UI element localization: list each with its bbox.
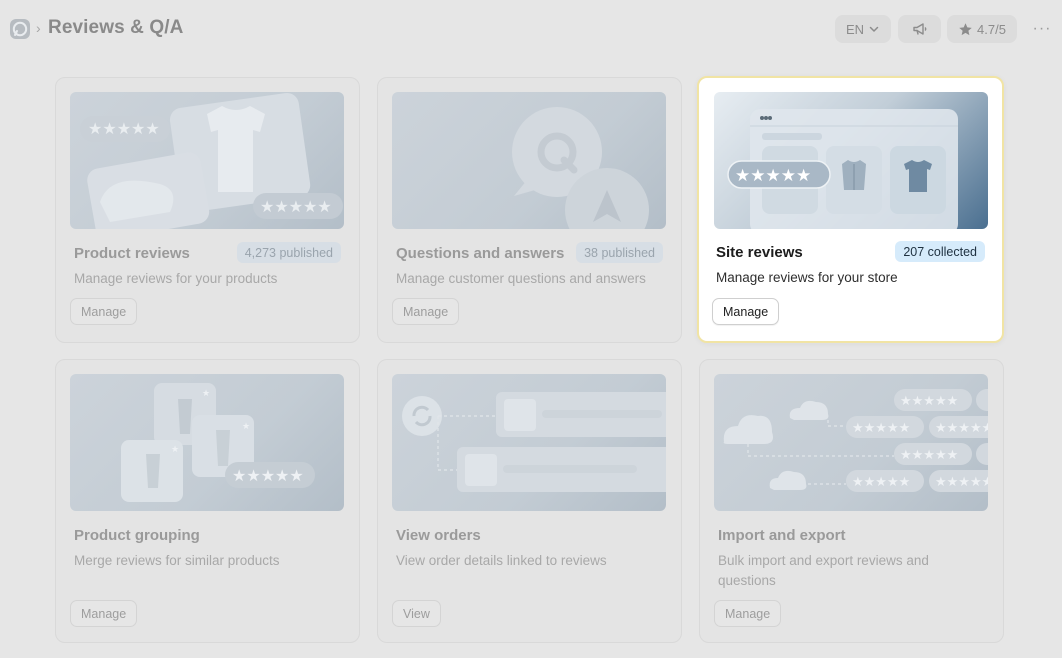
- site-reviews-illustration: ★★★★★: [714, 92, 988, 229]
- view-orders-illustration: [392, 374, 666, 511]
- star-icon: [959, 22, 972, 35]
- chat-bubble-logo-icon[interactable]: [10, 19, 30, 39]
- product-grouping-illustration: ★★★★★ ★ ★ ★: [70, 374, 344, 511]
- card-title: Questions and answers: [396, 245, 565, 262]
- page-title: Reviews & Q/A: [48, 17, 184, 38]
- svg-text:★★★★★: ★★★★★: [232, 466, 304, 485]
- more-horizontal-icon[interactable]: ···: [1030, 17, 1054, 41]
- card-product-grouping[interactable]: ★★★★★ ★ ★ ★ Product grouping Merge revie…: [55, 359, 360, 643]
- card-title: View orders: [396, 527, 481, 544]
- card-view-orders[interactable]: View orders View order details linked to…: [377, 359, 682, 643]
- manage-button[interactable]: Manage: [392, 298, 460, 325]
- svg-text:★★★★★: ★★★★★: [900, 394, 958, 409]
- store-rating-button[interactable]: 4.7/5: [947, 15, 1017, 43]
- breadcrumb-separator: ›: [36, 20, 41, 36]
- top-bar: › Reviews & Q/A EN 4.7/5 ···: [0, 0, 1062, 58]
- status-badge: 38 published: [576, 242, 663, 263]
- view-button[interactable]: View: [392, 600, 441, 627]
- language-selector[interactable]: EN: [835, 15, 891, 43]
- svg-text:★★★★★: ★★★★★: [852, 475, 910, 490]
- card-description: Manage reviews for your store: [716, 270, 898, 285]
- svg-text:★★★★★: ★★★★★: [935, 421, 988, 436]
- card-description: Manage reviews for your products: [74, 271, 278, 286]
- svg-text:★★★★★: ★★★★★: [260, 197, 332, 216]
- manage-button[interactable]: Manage: [712, 298, 780, 325]
- svg-text:★: ★: [171, 444, 179, 454]
- card-description: Manage customer questions and answers: [396, 271, 646, 286]
- manage-button[interactable]: Manage: [714, 600, 782, 627]
- card-product-reviews[interactable]: ★★★★★ ★★★★★ Product reviews 4,273 publis…: [55, 77, 360, 343]
- card-title: Site reviews: [716, 244, 803, 261]
- chevron-down-icon: [869, 26, 879, 32]
- card-title: Product reviews: [74, 245, 190, 262]
- language-label: EN: [845, 21, 865, 37]
- svg-text:★★★★★: ★★★★★: [852, 421, 910, 436]
- card-import-export[interactable]: ★★★★★ ★★★★★ ★★★★★ ★★★★★ ★★★★★ ★★★★★ Impo…: [699, 359, 1004, 643]
- status-badge: 207 collected: [895, 241, 985, 262]
- manage-button[interactable]: Manage: [70, 298, 138, 325]
- megaphone-icon: [912, 23, 926, 35]
- svg-text:★: ★: [202, 388, 210, 398]
- card-questions-answers[interactable]: Questions and answers 38 published Manag…: [377, 77, 682, 343]
- questions-answers-illustration: [392, 92, 666, 229]
- announcements-button[interactable]: [898, 15, 941, 43]
- card-description: Merge reviews for similar products: [74, 553, 280, 568]
- manage-button[interactable]: Manage: [70, 600, 138, 627]
- product-reviews-illustration: ★★★★★ ★★★★★: [70, 92, 344, 229]
- card-site-reviews[interactable]: ★★★★★ Site reviews 207 collected Manage …: [697, 76, 1004, 343]
- card-description: View order details linked to reviews: [396, 553, 607, 568]
- svg-text:★★★★★: ★★★★★: [88, 119, 160, 138]
- card-title: Import and export: [718, 527, 846, 544]
- svg-text:★★★★★: ★★★★★: [735, 166, 811, 186]
- svg-text:★★★★★: ★★★★★: [900, 448, 958, 463]
- card-title: Product grouping: [74, 527, 200, 544]
- import-export-illustration: ★★★★★ ★★★★★ ★★★★★ ★★★★★ ★★★★★ ★★★★★: [714, 374, 988, 511]
- svg-text:★★★★★: ★★★★★: [935, 475, 988, 490]
- rating-value: 4.7/5: [977, 21, 1006, 37]
- status-badge: 4,273 published: [236, 242, 341, 263]
- svg-text:★: ★: [242, 421, 250, 431]
- card-description: Bulk import and export reviews and quest…: [718, 553, 929, 588]
